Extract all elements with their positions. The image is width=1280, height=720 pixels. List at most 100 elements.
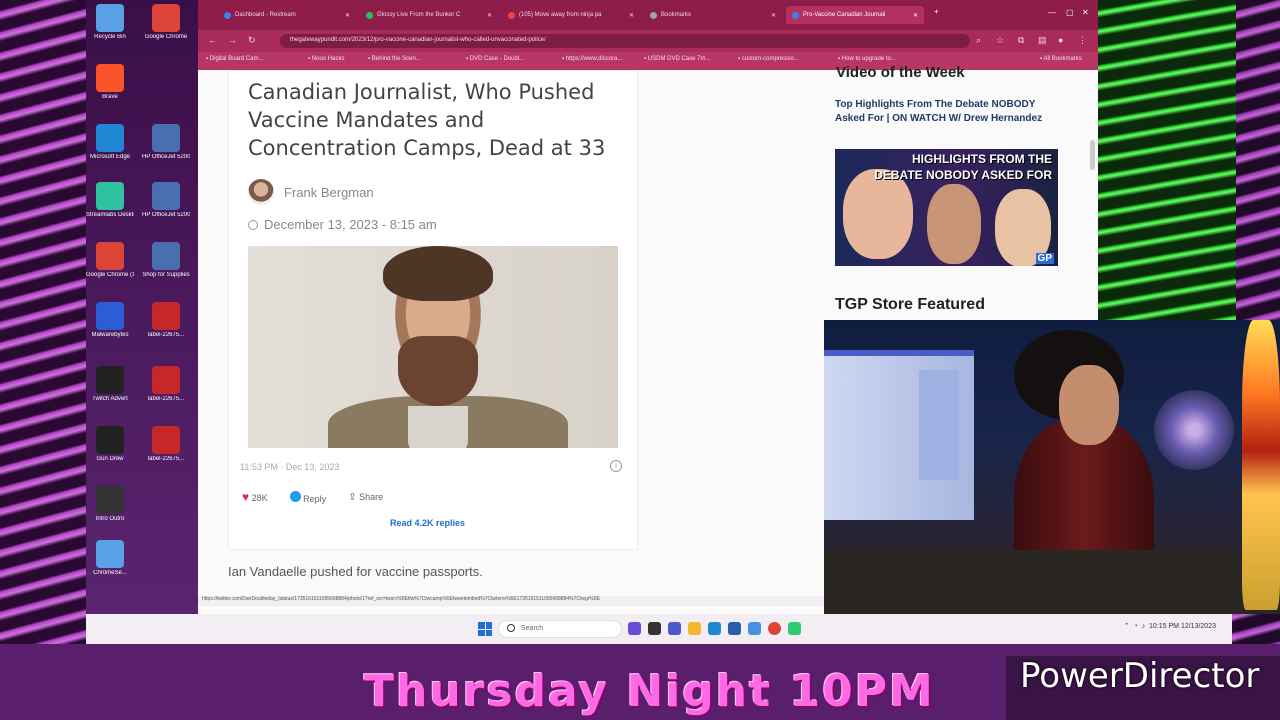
teams-icon[interactable]: [668, 622, 681, 635]
tab-close-icon[interactable]: ✕: [487, 12, 492, 19]
zoom-icon[interactable]: ⌕: [976, 35, 981, 46]
maximize-icon[interactable]: ▢: [1066, 8, 1074, 17]
store-icon[interactable]: [728, 622, 741, 635]
info-icon[interactable]: i: [610, 460, 622, 472]
widgets-icon[interactable]: [648, 622, 661, 635]
sidebar-video-thumbnail[interactable]: HIGHLIGHTS FROM THE DEBATE NOBODY ASKED …: [835, 149, 1058, 266]
desktop-icon-label: Twitch Advert: [92, 396, 128, 402]
settings-icon[interactable]: [748, 622, 761, 635]
date-row: December 13, 2023 - 8:15 am: [248, 217, 437, 232]
browser-tab[interactable]: (105) Move away from ninja pa ✕: [502, 6, 640, 24]
tab-close-icon[interactable]: ✕: [771, 12, 776, 19]
desktop-icon[interactable]: Twitch Advert: [86, 366, 134, 403]
tab-favicon-icon: [508, 11, 515, 19]
desktop-icon[interactable]: Shop for Supplies: [142, 242, 190, 279]
url-input[interactable]: thegatewaypundit.com/2023/12/pro-vaccine…: [280, 34, 970, 48]
desktop-icon[interactable]: Streamlabs Desktop: [86, 182, 134, 219]
file-explorer-icon[interactable]: [688, 622, 701, 635]
reply-icon: [289, 490, 301, 502]
tweet-time[interactable]: 11:53 PM · Dec 13, 2023: [240, 462, 339, 472]
reply-button[interactable]: Reply: [289, 490, 326, 504]
cam-desk: [824, 550, 1280, 614]
desktop-icon-label: Gun Drew: [96, 456, 124, 462]
browser-tab[interactable]: Pro-Vaccine Canadian Journali ✕: [786, 6, 924, 24]
close-icon[interactable]: ✕: [1082, 8, 1089, 17]
photo-beard: [398, 336, 478, 406]
photo-collar: [408, 406, 468, 448]
menu-icon[interactable]: ⋮: [1078, 35, 1087, 46]
share-button[interactable]: ⇪ Share: [348, 492, 383, 503]
edge-taskbar-icon[interactable]: [708, 622, 721, 635]
tab-close-icon[interactable]: ✕: [629, 12, 634, 19]
desktop-icon[interactable]: ChromeSe...: [86, 540, 134, 577]
pdf-icon: [152, 366, 180, 394]
sidebar-store-title: TGP Store Featured: [835, 296, 985, 313]
tab-favicon-icon: [366, 11, 373, 19]
like-button[interactable]: ♥ 28K: [242, 490, 268, 504]
desktop-icon[interactable]: Brave: [86, 64, 134, 101]
chrome-taskbar-icon[interactable]: [768, 622, 781, 635]
desktop-icon-label: Streamlabs Desktop: [86, 212, 134, 218]
desktop-icon[interactable]: Microsoft Edge: [86, 124, 134, 161]
browser-tab[interactable]: Bookmarks ✕: [644, 6, 782, 24]
bookmark-item[interactable]: ▪ USDM DVD Case 7m...: [644, 56, 710, 62]
volume-icon[interactable]: ♪: [1142, 623, 1146, 630]
tab-favicon-icon: [650, 11, 657, 19]
tab-close-icon[interactable]: ✕: [913, 12, 918, 19]
sidebar-video-link[interactable]: Top Highlights From The Debate NOBODY As…: [835, 98, 1045, 126]
tab-close-icon[interactable]: ✕: [345, 12, 350, 19]
streamlabs-taskbar-icon[interactable]: [788, 622, 801, 635]
share-icon: ⇪: [348, 491, 357, 503]
profile-icon[interactable]: ●: [1058, 35, 1063, 45]
edge-icon: [96, 124, 124, 152]
bookmark-item[interactable]: ▪ custom-compressio...: [738, 56, 799, 62]
bookmark-item[interactable]: ▪ All Bookmarks: [1040, 56, 1082, 62]
reload-icon[interactable]: ↻: [248, 35, 256, 46]
sidebar-icon[interactable]: ▤: [1038, 35, 1047, 46]
bookmark-item[interactable]: ▪ How to upgrade to...: [838, 56, 896, 62]
browser-tab[interactable]: Dashboard - Restream ✕: [218, 6, 356, 24]
desktop-icon[interactable]: HP OfficeJet 5200 series: [142, 182, 190, 219]
malwarebytes-icon: [96, 302, 124, 330]
new-tab-button[interactable]: +: [934, 7, 939, 16]
read-replies-link[interactable]: Read 4.2K replies: [390, 518, 465, 528]
author-name[interactable]: Frank Bergman: [284, 185, 374, 200]
wifi-icon[interactable]: ◔: [1134, 623, 1138, 630]
minimize-icon[interactable]: —: [1048, 8, 1056, 17]
desktop-icon[interactable]: Intro Outro: [86, 486, 134, 523]
bookmark-item[interactable]: ▪ Digital Board Cam...: [206, 56, 263, 62]
taskview-icon[interactable]: [628, 622, 641, 635]
clock-date[interactable]: 12/13/2023: [1181, 623, 1216, 630]
desktop-icon[interactable]: label-22675...: [142, 302, 190, 339]
star-icon[interactable]: ☆: [996, 35, 1004, 46]
bookmark-item[interactable]: ▪ Behind the Scen...: [368, 56, 421, 62]
video-icon: [96, 486, 124, 514]
forward-icon[interactable]: →: [228, 35, 237, 45]
desktop-icon[interactable]: Malwarebytes: [86, 302, 134, 339]
desktop-icon[interactable]: HP OfficeJet 5200 series: [142, 124, 190, 161]
back-icon[interactable]: ←: [208, 35, 217, 45]
page-scrollbar[interactable]: [1090, 140, 1095, 170]
powerdirector-watermark: PowerDirector: [1020, 656, 1260, 696]
clock-time[interactable]: 10:15 PM: [1149, 623, 1179, 630]
bookmark-item[interactable]: ▪ DVD Case - Doubl...: [466, 56, 524, 62]
desktop-icon[interactable]: label-22675...: [142, 366, 190, 403]
taskbar-search-input[interactable]: Search: [498, 620, 622, 638]
streamlabs-icon: [96, 182, 124, 210]
bookmark-item[interactable]: ▪ https://www.discora...: [562, 56, 622, 62]
tray-chevron-icon[interactable]: ⌃: [1124, 623, 1130, 630]
tweet-photo[interactable]: [248, 246, 618, 448]
browser-tab[interactable]: Glossy Live From the Bunker C ✕: [360, 6, 498, 24]
desktop-icon[interactable]: Gun Drew: [86, 426, 134, 463]
desktop-icon[interactable]: label-22675...: [142, 426, 190, 463]
start-icon[interactable]: [478, 622, 492, 636]
desktop-icon[interactable]: Google Chrome (1): [86, 242, 134, 279]
desktop-icon[interactable]: Google Chrome: [142, 4, 190, 41]
author-avatar[interactable]: [248, 179, 274, 205]
desktop-icon[interactable]: Recycle Bin: [86, 4, 134, 41]
tab-bar: — ▢ ✕ Dashboard - Restream ✕ Glossy Live F…: [198, 0, 1098, 30]
bookmark-item[interactable]: ▪ Nooo Hacks: [308, 56, 344, 62]
printer-icon: [152, 124, 180, 152]
extensions-icon[interactable]: ⧉: [1018, 35, 1024, 46]
system-tray[interactable]: ⌃ ◔ ♪ 10:15 PM 12/13/2023: [1124, 622, 1216, 630]
